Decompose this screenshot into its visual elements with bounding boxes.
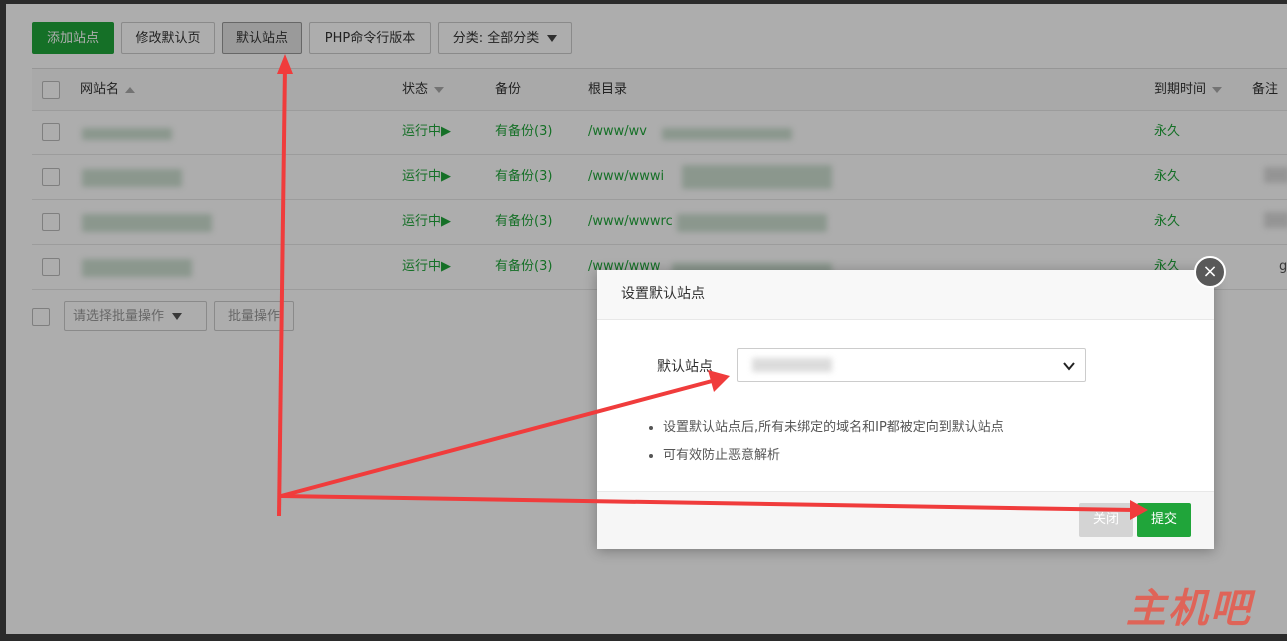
dialog-close-icon[interactable]: × [1194,256,1226,288]
tip-item: 可有效防止恶意解析 [663,442,1004,470]
tip-item: 设置默认站点后,所有未绑定的域名和IP都被定向到默认站点 [663,414,1004,442]
default-site-select[interactable] [737,348,1086,382]
watermark-logo: 主机吧 [1126,586,1252,632]
submit-button[interactable]: 提交 [1137,503,1191,537]
app-frame: 添加站点 修改默认页 默认站点 PHP命令行版本 分类: 全部分类 网站名 状态… [6,4,1287,634]
dialog-title: 设置默认站点 [597,270,1214,320]
dialog-tips: 设置默认站点后,所有未绑定的域名和IP都被定向到默认站点 可有效防止恶意解析 [645,414,1004,470]
default-site-dialog: 设置默认站点 默认站点 设置默认站点后,所有未绑定的域名和IP都被定向到默认站点… [597,270,1214,549]
chevron-down-icon [1063,362,1075,371]
redacted-selected-site [752,358,832,372]
close-button[interactable]: 关闭 [1079,503,1133,537]
default-site-label: 默认站点 [657,359,713,375]
dialog-footer: 关闭 提交 [597,491,1214,549]
